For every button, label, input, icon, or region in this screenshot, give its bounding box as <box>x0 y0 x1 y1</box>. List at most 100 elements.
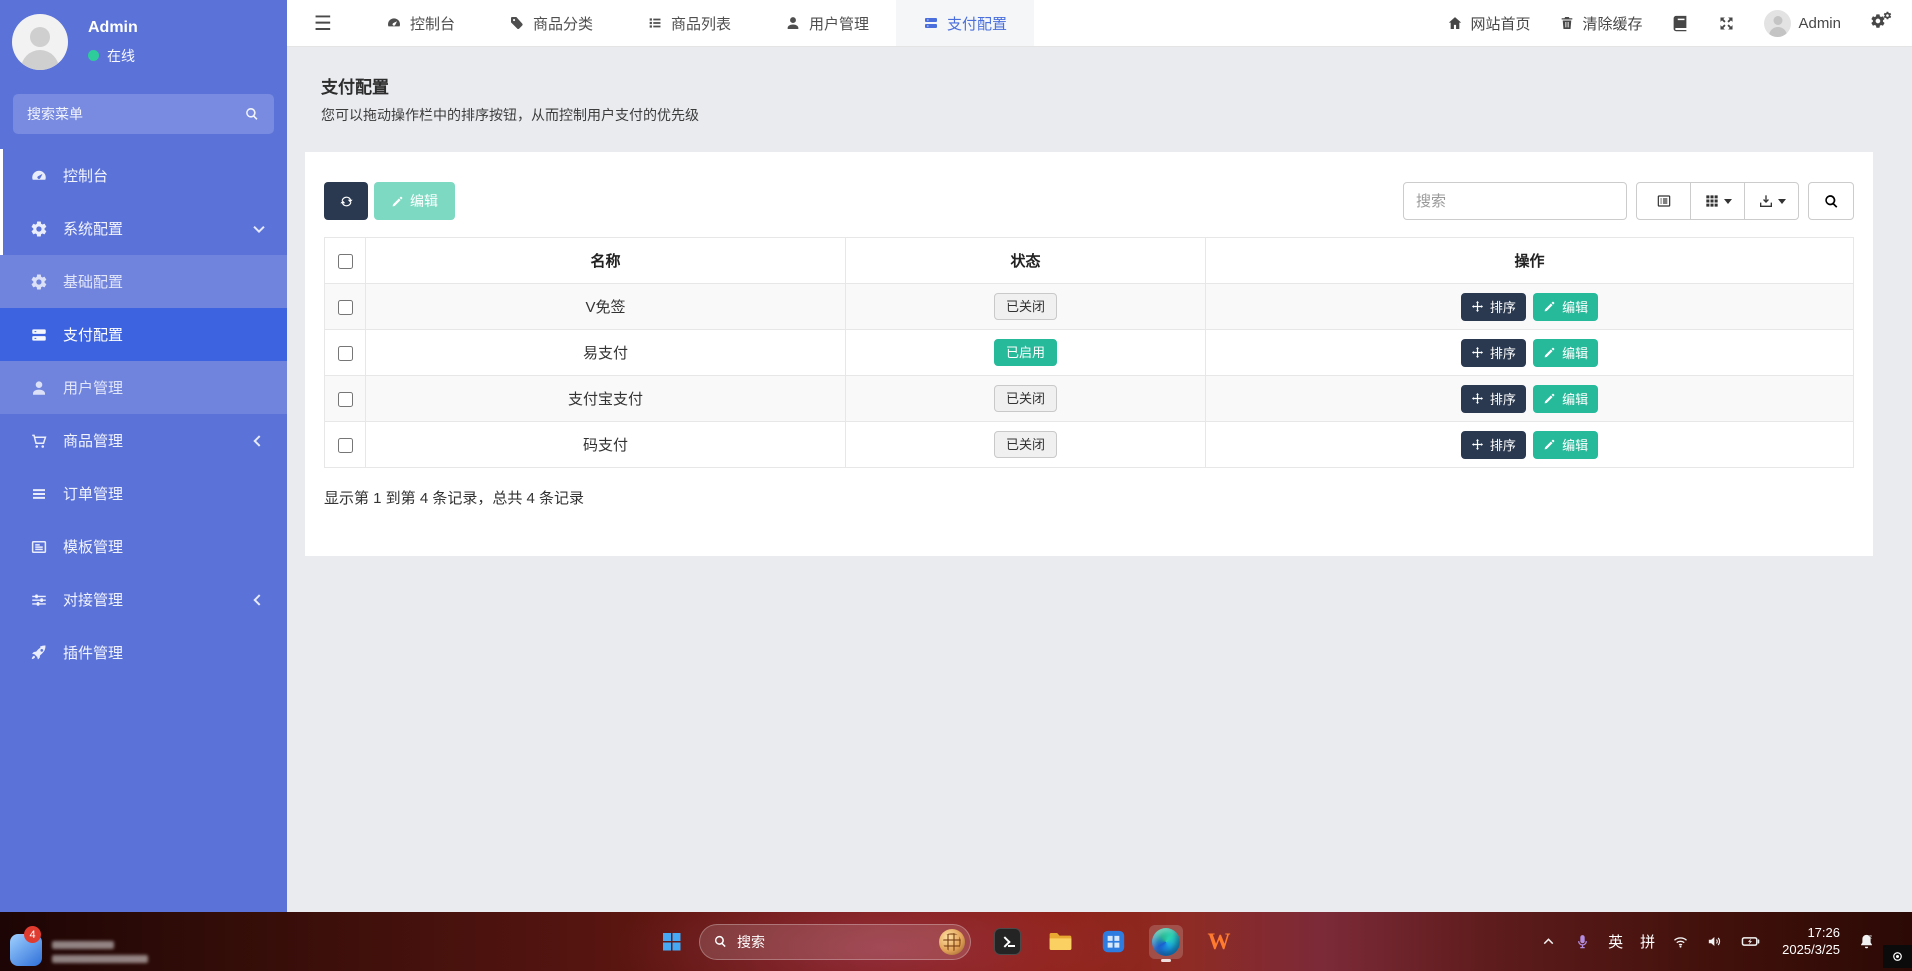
sidebar-item-label: 控制台 <box>63 165 108 186</box>
tab-goods-category[interactable]: 商品分类 <box>482 0 620 46</box>
tab-goods-list[interactable]: 商品列表 <box>620 0 758 46</box>
sidebar-menu-search[interactable]: 搜索菜单 <box>13 94 274 134</box>
payment-icon <box>30 326 48 344</box>
site-home-link[interactable]: 网站首页 <box>1447 13 1530 34</box>
file-explorer-icon[interactable] <box>1043 925 1077 959</box>
notification-badge: 4 <box>24 926 41 943</box>
edit-button[interactable]: 编辑 <box>1533 431 1598 459</box>
sidebar-item-dashboard[interactable]: 控制台 <box>0 149 287 202</box>
status-badge: 已关闭 <box>994 431 1057 459</box>
dashboard-icon <box>386 15 402 31</box>
sort-drag-button[interactable]: 排序 <box>1461 339 1526 367</box>
volume-icon[interactable] <box>1706 933 1723 950</box>
payment-name: 码支付 <box>366 422 846 468</box>
chevron-left-icon <box>253 435 264 446</box>
export-button[interactable] <box>1744 182 1799 220</box>
edit-button[interactable]: 编辑 <box>1533 339 1598 367</box>
sidebar-item-goods-management[interactable]: 商品管理 <box>0 414 287 467</box>
refresh-button[interactable] <box>324 182 368 220</box>
sidebar-item-label: 支付配置 <box>63 324 123 345</box>
row-checkbox[interactable] <box>338 300 353 315</box>
microphone-icon[interactable] <box>1574 933 1591 950</box>
sidebar-item-system-config[interactable]: 系统配置 <box>0 202 287 255</box>
pencil-icon <box>391 195 404 208</box>
table-row: 码支付 已关闭 排序 编辑 <box>325 422 1854 468</box>
bulk-edit-button[interactable]: 编辑 <box>374 182 455 220</box>
windows-taskbar: 4 搜索 W 英 拼 17:26 2025/3/ <box>0 912 1912 971</box>
move-icon <box>1471 346 1484 359</box>
tab-payment-config[interactable]: 支付配置 <box>896 0 1034 46</box>
payment-config-card: 编辑 <box>305 152 1873 556</box>
sidebar-item-user-management[interactable]: 用户管理 <box>0 361 287 414</box>
ime-pinyin-indicator[interactable]: 拼 <box>1640 931 1655 952</box>
battery-icon[interactable] <box>1740 931 1761 952</box>
edit-button[interactable]: 编辑 <box>1533 385 1598 413</box>
sidebar-item-base-config[interactable]: 基础配置 <box>0 255 287 308</box>
fullscreen-button[interactable] <box>1718 15 1735 32</box>
move-icon <box>1471 392 1484 405</box>
sidebar-search-placeholder: 搜索菜单 <box>27 104 244 124</box>
taskbar-notification-area[interactable]: 4 <box>10 934 148 966</box>
column-header-status[interactable]: 状态 <box>846 238 1206 284</box>
sidebar-item-plugin-management[interactable]: 插件管理 <box>0 626 287 679</box>
row-checkbox[interactable] <box>338 438 353 453</box>
payment-icon <box>923 15 939 31</box>
search-icon <box>244 106 260 122</box>
list-icon <box>647 15 663 31</box>
cogs-icon <box>1870 13 1890 33</box>
ime-english-indicator[interactable]: 英 <box>1608 931 1623 952</box>
taskbar-search-box[interactable]: 搜索 <box>699 924 971 960</box>
content-area: 支付配置 您可以拖动操作栏中的排序按钮，从而控制用户支付的优先级 编辑 <box>287 47 1912 912</box>
windows-start-button[interactable] <box>663 933 680 950</box>
notification-bell-icon[interactable] <box>1857 932 1876 951</box>
manual-book-button[interactable] <box>1671 14 1689 32</box>
chevron-left-icon <box>253 594 264 605</box>
user-avatar[interactable] <box>12 14 68 70</box>
tab-label: 商品分类 <box>533 13 593 34</box>
sidebar-item-order-management[interactable]: 订单管理 <box>0 467 287 520</box>
select-all-checkbox[interactable] <box>338 254 353 269</box>
avatar <box>1764 10 1791 37</box>
screen-record-indicator[interactable] <box>1883 945 1912 968</box>
messenger-app-icon[interactable]: 4 <box>10 934 42 966</box>
store-app-icon[interactable] <box>1096 925 1130 959</box>
sidebar-item-integration-management[interactable]: 对接管理 <box>0 573 287 626</box>
clear-cache-link[interactable]: 清除缓存 <box>1559 13 1642 34</box>
payment-name: 易支付 <box>366 330 846 376</box>
sort-drag-button[interactable]: 排序 <box>1461 385 1526 413</box>
sort-drag-button[interactable]: 排序 <box>1461 293 1526 321</box>
edge-browser-icon[interactable] <box>1149 925 1183 959</box>
tab-label: 用户管理 <box>809 13 869 34</box>
online-status-label: 在线 <box>107 46 135 66</box>
gear-icon <box>30 273 48 291</box>
tray-chevron-up-icon[interactable] <box>1540 933 1557 950</box>
settings-button[interactable] <box>1870 13 1890 33</box>
status-badge: 已启用 <box>994 339 1057 367</box>
column-header-actions[interactable]: 操作 <box>1206 238 1854 284</box>
sort-drag-button[interactable]: 排序 <box>1461 431 1526 459</box>
row-checkbox[interactable] <box>338 346 353 361</box>
navbar-user-menu[interactable]: Admin <box>1764 10 1841 37</box>
top-navbar: ☰ 控制台 商品分类 商品列表 用户管理 支付配置 网站首页 清除缓存 <box>287 0 1912 47</box>
wps-app-icon[interactable]: W <box>1202 925 1236 959</box>
system-tray: 英 拼 17:26 2025/3/25 <box>1540 912 1876 971</box>
terminal-app-icon[interactable] <box>990 925 1024 959</box>
table-search-button[interactable] <box>1808 182 1854 220</box>
sidebar-item-payment-config[interactable]: 支付配置 <box>0 308 287 361</box>
tab-user-management[interactable]: 用户管理 <box>758 0 896 46</box>
hamburger-menu-icon[interactable]: ☰ <box>287 0 359 46</box>
sidebar-item-template-management[interactable]: 模板管理 <box>0 520 287 573</box>
row-checkbox[interactable] <box>338 392 353 407</box>
columns-button[interactable] <box>1690 182 1745 220</box>
detail-view-button[interactable] <box>1636 182 1691 220</box>
column-header-name[interactable]: 名称 <box>366 238 846 284</box>
expand-icon <box>1718 15 1735 32</box>
tab-label: 控制台 <box>410 13 455 34</box>
wifi-icon[interactable] <box>1672 933 1689 950</box>
table-search-input[interactable] <box>1403 182 1627 220</box>
tab-dashboard[interactable]: 控制台 <box>359 0 482 46</box>
edit-button[interactable]: 编辑 <box>1533 293 1598 321</box>
detail-view-icon <box>1656 193 1672 209</box>
taskbar-clock[interactable]: 17:26 2025/3/25 <box>1782 925 1840 959</box>
sidebar-item-label: 系统配置 <box>63 218 123 239</box>
